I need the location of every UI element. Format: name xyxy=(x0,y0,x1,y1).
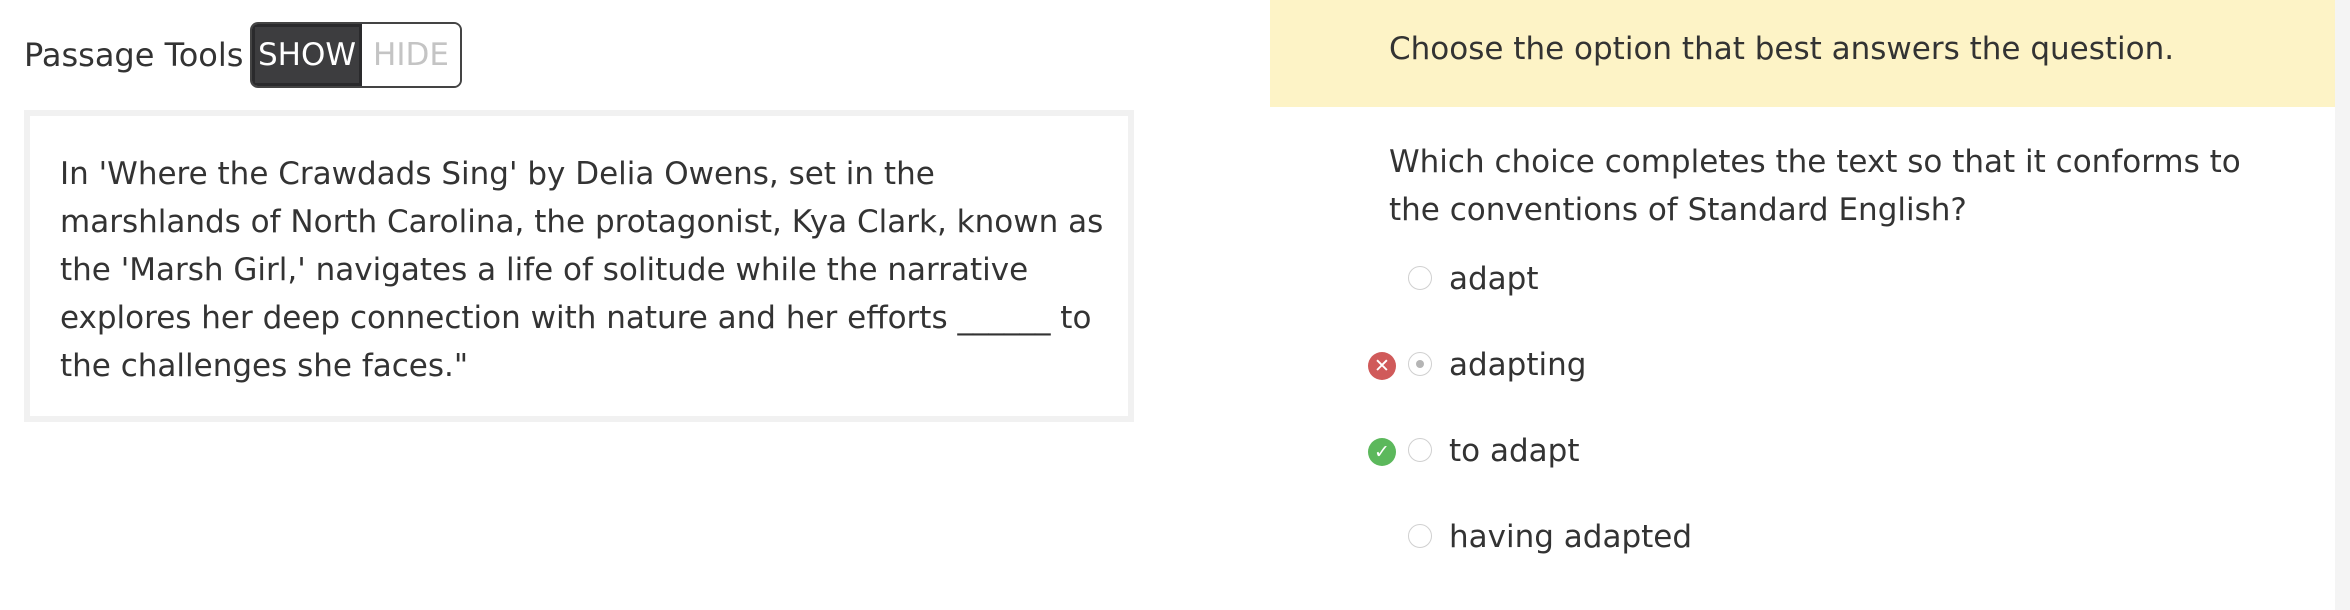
check-circle-icon: ✓ xyxy=(1368,438,1396,466)
passage-tools-toggle: SHOW HIDE xyxy=(250,22,462,88)
passage-pane: Passage Tools SHOW HIDE In 'Where the Cr… xyxy=(0,0,1270,610)
hide-button[interactable]: HIDE xyxy=(362,24,460,86)
option-label: adapting xyxy=(1449,347,1587,383)
show-button[interactable]: SHOW xyxy=(252,24,362,86)
passage-text: In 'Where the Crawdads Sing' by Delia Ow… xyxy=(60,156,1104,384)
answer-option[interactable]: adapt xyxy=(1270,250,2335,310)
radio-button[interactable] xyxy=(1408,524,1432,548)
scrollbar-track[interactable] xyxy=(2335,0,2350,610)
option-label: adapt xyxy=(1449,261,1539,297)
option-label: having adapted xyxy=(1449,519,1693,555)
radio-button[interactable] xyxy=(1408,352,1432,376)
instruction-text: Choose the option that best answers the … xyxy=(1389,31,2175,67)
question-pane: Choose the option that best answers the … xyxy=(1270,0,2335,610)
radio-button[interactable] xyxy=(1408,438,1432,462)
passage-box: In 'Where the Crawdads Sing' by Delia Ow… xyxy=(24,110,1134,422)
radio-button[interactable] xyxy=(1408,266,1432,290)
passage-tools-label: Passage Tools xyxy=(24,36,244,74)
answer-option[interactable]: having adapted xyxy=(1270,508,2335,568)
option-label: to adapt xyxy=(1449,433,1580,469)
answer-option[interactable]: ✕ adapting xyxy=(1270,336,2335,396)
answer-option[interactable]: ✓ to adapt xyxy=(1270,422,2335,482)
question-text: Which choice completes the text so that … xyxy=(1389,144,2241,228)
x-circle-icon: ✕ xyxy=(1368,352,1396,380)
instruction-banner: Choose the option that best answers the … xyxy=(1270,0,2335,107)
